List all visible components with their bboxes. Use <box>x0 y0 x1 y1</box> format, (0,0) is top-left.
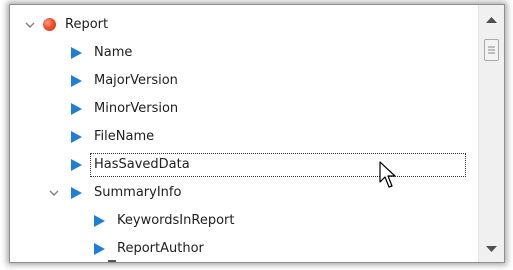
tree-node-summaryinfo[interactable]: SummaryInfo <box>46 180 181 206</box>
triangle-right-icon <box>71 47 82 59</box>
tree-node-label: Name <box>94 45 133 60</box>
tree-node-report[interactable]: Report <box>22 12 108 38</box>
tree-panel: Report Name MajorVersion MinorVersion Fi… <box>9 4 505 263</box>
tree-node-label: HasSavedData <box>90 153 466 177</box>
triangle-right-icon <box>71 75 82 87</box>
grip-icon <box>488 46 495 54</box>
tree-node-minorversion[interactable]: MinorVersion <box>69 96 178 122</box>
tree-node-filename[interactable]: FileName <box>69 124 154 150</box>
tree-node-reportauthor[interactable]: ReportAuthor <box>92 236 204 262</box>
triangle-right-icon <box>94 215 105 227</box>
tree-node-label: MinorVersion <box>94 101 179 116</box>
tree-node-majorversion[interactable]: MajorVersion <box>69 68 178 94</box>
tree-node-label: Report <box>65 17 109 32</box>
tree-row-partial <box>108 260 116 262</box>
red-dot-icon <box>43 18 56 31</box>
tree-node-label: ReportAuthor <box>117 241 204 256</box>
tree-node-name[interactable]: Name <box>69 40 132 66</box>
mouse-pointer-icon <box>379 161 396 188</box>
triangle-right-icon <box>71 159 82 171</box>
tree-node-label: FileName <box>94 129 155 144</box>
vertical-scrollbar[interactable] <box>478 5 504 262</box>
triangle-right-icon <box>71 131 82 143</box>
chevron-down-icon[interactable] <box>46 180 62 206</box>
tree-view[interactable]: Report Name MajorVersion MinorVersion Fi… <box>10 5 478 262</box>
tree-node-label: KeywordsInReport <box>117 213 235 228</box>
tree-node-label: MajorVersion <box>94 73 178 88</box>
scroll-down-arrow-icon[interactable] <box>479 238 504 260</box>
triangle-right-icon <box>71 187 82 199</box>
scroll-up-arrow-icon[interactable] <box>479 9 504 31</box>
tree-node-keywordsinreport[interactable]: KeywordsInReport <box>92 208 234 234</box>
chevron-down-icon[interactable] <box>22 12 38 38</box>
triangle-right-icon <box>94 243 105 255</box>
scrollbar-thumb[interactable] <box>484 39 499 61</box>
tree-node-label: SummaryInfo <box>94 185 182 200</box>
triangle-right-icon <box>71 103 82 115</box>
